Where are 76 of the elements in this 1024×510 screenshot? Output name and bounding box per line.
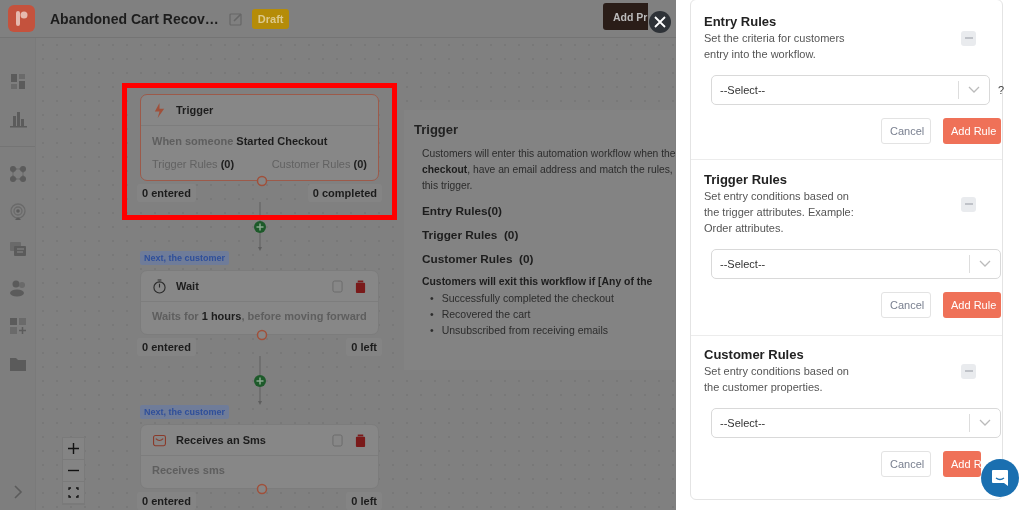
close-icon	[654, 16, 666, 28]
add-rule-button[interactable]: Add Rule	[943, 118, 1001, 144]
add-button[interactable]: Add Pr	[603, 3, 649, 30]
rule-count: Entry Rules(0)	[422, 204, 503, 218]
stat-label: 0 entered	[137, 492, 196, 510]
exit-condition: Unsubscribed from receiving emails	[441, 323, 608, 338]
port-icon[interactable]	[256, 175, 268, 187]
cancel-button[interactable]: Cancel	[881, 451, 931, 477]
cancel-button[interactable]: Cancel	[881, 118, 931, 144]
bar-chart-icon[interactable]	[8, 110, 27, 128]
select-field[interactable]: --Select--	[711, 249, 1001, 279]
collapse-button[interactable]	[961, 363, 976, 379]
delete-icon[interactable]	[355, 433, 366, 447]
section-description: Set entry conditions based on the customer properties.	[704, 364, 849, 395]
dashboard-icon[interactable]	[8, 72, 27, 90]
section-title: Entry Rules	[704, 14, 778, 30]
message-icon	[153, 432, 166, 448]
logo-icon	[8, 5, 35, 32]
select-field[interactable]: --Select--	[711, 408, 1001, 438]
lightning-icon	[153, 102, 166, 118]
select-field[interactable]: --Select--	[711, 75, 990, 105]
node-title: Trigger	[176, 104, 214, 116]
stat-label: 0 left	[346, 338, 382, 356]
folder-icon[interactable]	[8, 355, 27, 373]
bullet-mark: •	[430, 291, 434, 306]
rule-count: Customer Rules (0)	[422, 252, 535, 266]
node-title: Wait	[176, 280, 199, 292]
bullet-mark: •	[430, 307, 434, 322]
chat-icon	[991, 469, 1009, 487]
chevron-down-icon	[979, 260, 991, 268]
step-badge: Next, the customer	[140, 405, 230, 419]
stat-label: 0 completed	[307, 184, 382, 202]
nodes-icon[interactable]	[8, 165, 27, 183]
section-description: Set the criteria for customers entry into the workflow.	[704, 31, 845, 62]
connector-arrow	[255, 202, 264, 251]
status-badge: Draft	[251, 8, 290, 29]
exit-condition: Successfully completed the checkout	[441, 291, 614, 306]
detail-title: Trigger	[414, 122, 460, 137]
apps-icon[interactable]	[8, 317, 27, 335]
exit-heading: Customers will exit this workflow if [Any of the	[422, 276, 654, 287]
add-rule-button[interactable]: Add Rule	[943, 292, 1001, 318]
section-title: Customer Rules	[704, 347, 805, 363]
collapse-button[interactable]	[961, 196, 976, 212]
stat-label: 0 left	[346, 492, 382, 510]
stopwatch-icon	[153, 278, 166, 294]
add-step-icon[interactable]	[253, 375, 266, 387]
delete-icon[interactable]	[355, 279, 366, 293]
cancel-button[interactable]: Cancel	[881, 292, 931, 318]
chevron-down-icon	[968, 86, 980, 94]
bullet-mark: •	[430, 323, 434, 338]
add-step-icon[interactable]	[253, 221, 266, 233]
edit-icon[interactable]	[228, 11, 243, 26]
connector-arrow	[255, 356, 264, 405]
chevron-down-icon	[979, 419, 991, 427]
select-placeholder: --Select--	[720, 258, 767, 270]
rule-count: Trigger Rules (0)	[422, 228, 520, 242]
step-badge: Next, the customer	[140, 251, 230, 265]
stat-label: 0 entered	[137, 338, 196, 356]
select-placeholder: --Select--	[720, 84, 767, 96]
port-icon[interactable]	[256, 483, 268, 495]
select-placeholder: --Select--	[720, 417, 767, 429]
chat-icon[interactable]	[8, 241, 27, 259]
help-mark[interactable]: ?	[998, 84, 1005, 96]
collapse-button[interactable]	[961, 30, 976, 46]
users-icon[interactable]	[8, 279, 27, 297]
stat-label: 0 entered	[137, 184, 196, 202]
section-description: Set entry conditions based on the trigger attributes. Example: Order attributes.	[704, 189, 854, 236]
port-icon[interactable]	[256, 329, 268, 341]
broadcast-icon[interactable]	[8, 203, 27, 221]
exit-condition: Recovered the cart	[441, 307, 531, 322]
add-rule-button[interactable]: Add R	[943, 451, 981, 477]
section-title: Trigger Rules	[704, 172, 789, 188]
trigger-description: Customers will enter this automation workflow when the checkout, have an email address and match the rules, this trigger.	[422, 147, 675, 193]
expand-icon[interactable]	[13, 484, 23, 500]
workflow-title: Abandoned Cart Recov…	[50, 10, 219, 27]
node-title: Receives an Sms	[176, 434, 266, 446]
